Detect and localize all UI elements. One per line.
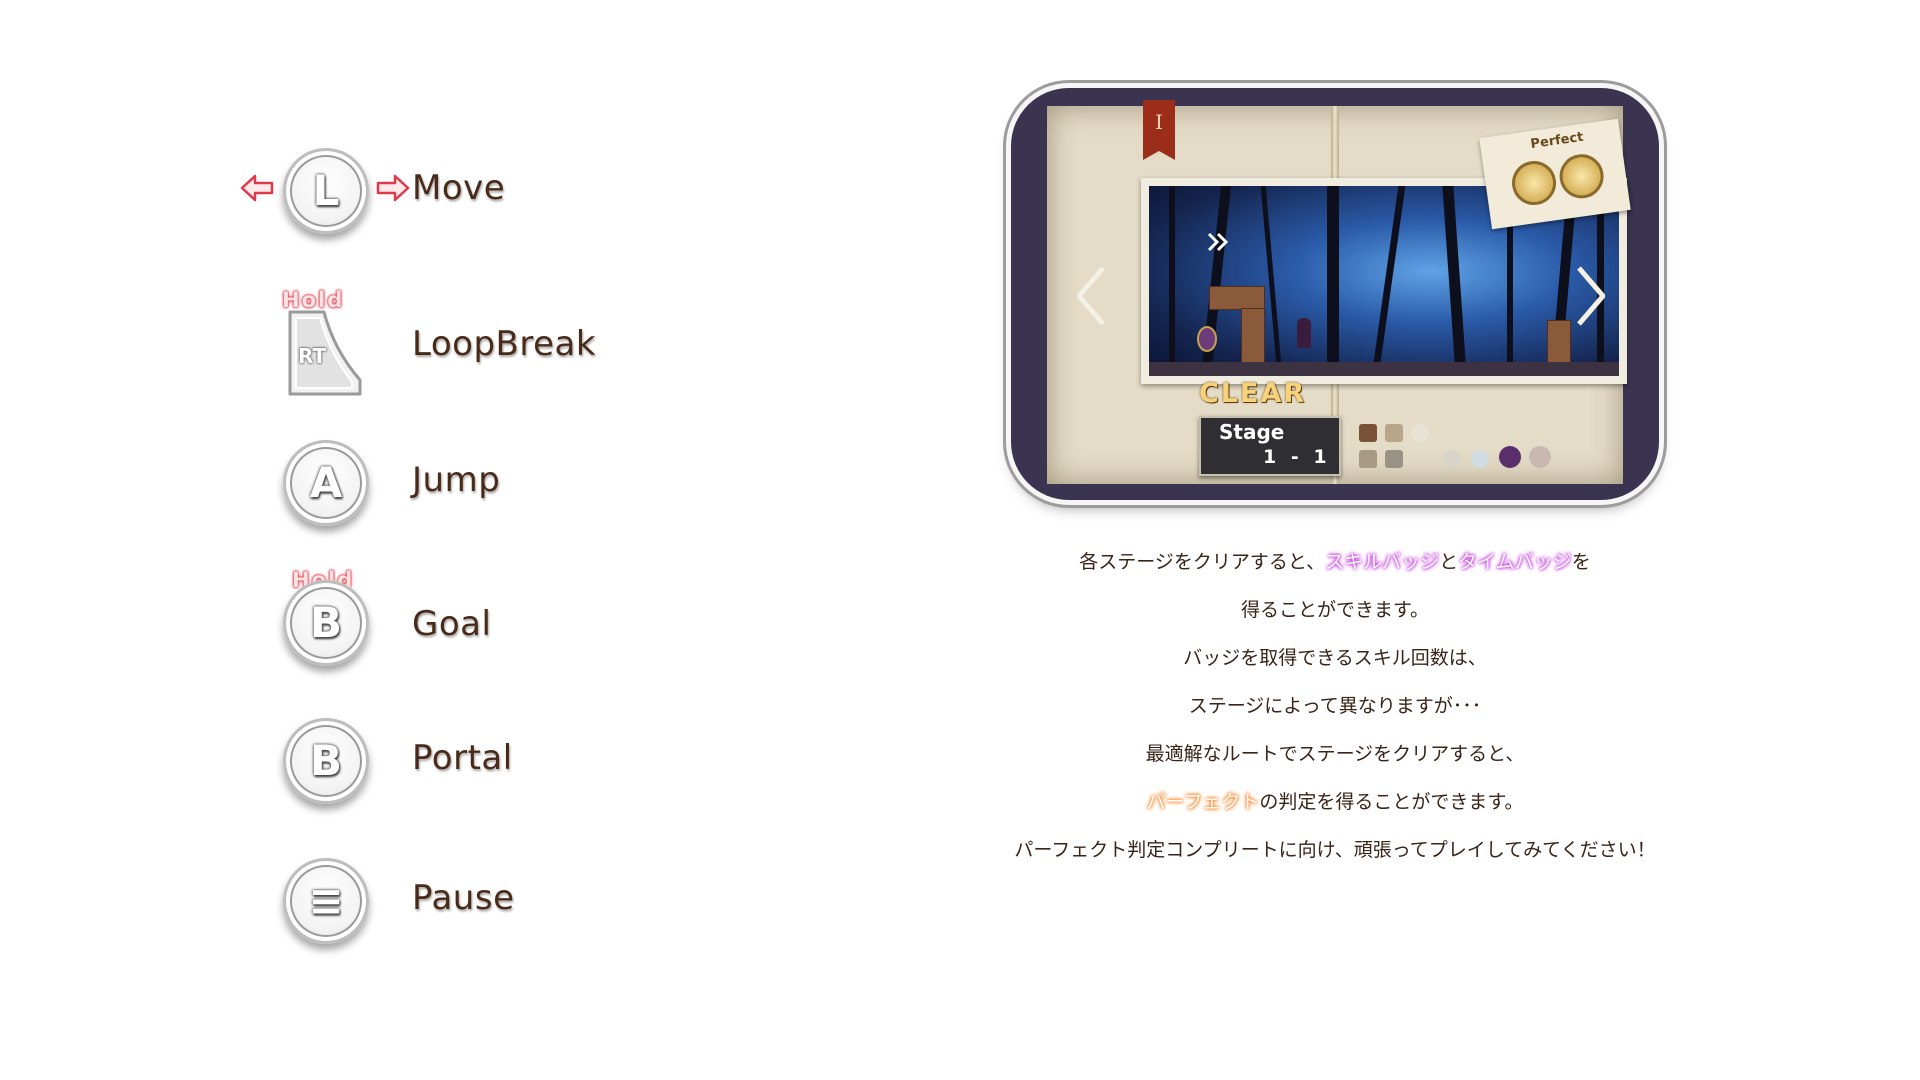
hold-label: Hold [282, 288, 345, 312]
item-icon [1529, 446, 1551, 468]
menu-icon: ≡ [308, 876, 344, 925]
control-pause: ≡ Pause [0, 858, 700, 988]
desc-line-6: パーフェクトの判定を得ることができます。 [980, 786, 1690, 834]
left-arrow-icon [240, 174, 274, 202]
desc-text: と [1439, 551, 1459, 573]
desc-line-3: バッジを取得できるスキル回数は、 [1183, 647, 1487, 669]
left-stick-glyph: L [312, 166, 340, 215]
control-goal: Hold B Goal [0, 568, 700, 698]
storybook: I Perfect CLEAR Stage 1 - 1 [1047, 100, 1631, 484]
portal-item-icon [1499, 446, 1521, 468]
jump-label: Jump [412, 460, 501, 500]
item-icon [1443, 450, 1461, 468]
portal-label: Portal [412, 738, 513, 778]
skill-badge-highlight: スキルバッジ [1325, 551, 1440, 573]
block-item-icon [1385, 424, 1403, 442]
b-glyph: B [309, 598, 342, 647]
desc-text: 各ステージをクリアすると、 [1079, 551, 1326, 573]
desc-line-4: ステージによって異なりますが･･･ [1188, 695, 1482, 717]
perfect-tag: Perfect [1529, 129, 1585, 153]
right-arrow-icon [376, 174, 410, 202]
b-button: B [283, 718, 369, 804]
control-move: L Move [0, 148, 700, 278]
perfect-highlight: パーフェクト [1146, 791, 1260, 813]
chapter-bookmark: I [1143, 100, 1175, 160]
goal-label: Goal [412, 604, 492, 644]
prev-stage-arrow-icon [1077, 266, 1105, 326]
ground [1149, 362, 1619, 376]
item-icon [1359, 450, 1377, 468]
stage-select-screenshot: I Perfect CLEAR Stage 1 - 1 [1011, 88, 1659, 500]
menu-button: ≡ [283, 858, 369, 944]
loopbreak-label: LoopBreak [412, 324, 597, 364]
badge-card: Perfect [1479, 118, 1631, 230]
rt-glyph: RT [298, 344, 327, 368]
desc-line-7: パーフェクト判定コンプリートに向け、頑張ってプレイしてみてください！ [1014, 839, 1656, 861]
player-character [1297, 318, 1311, 348]
desc-line-2: 得ることができます。 [1240, 599, 1430, 621]
portal-orb [1197, 326, 1217, 352]
crate-item-icon [1359, 424, 1377, 442]
desc-line-1: 各ステージをクリアすると、スキルバッジとタイムバッジを [980, 546, 1690, 594]
desc-text: を [1571, 551, 1591, 573]
stage-box: Stage 1 - 1 [1199, 416, 1341, 476]
pause-label: Pause [412, 878, 515, 918]
skill-badge-icon [1509, 158, 1559, 208]
move-label: Move [412, 168, 506, 208]
b-glyph: B [309, 736, 342, 785]
time-badge-icon [1556, 151, 1607, 202]
control-jump: A Jump [0, 440, 700, 570]
plate-item-icon [1411, 424, 1429, 442]
a-button: A [283, 440, 369, 526]
item-icon [1471, 450, 1489, 468]
control-portal: B Portal [0, 718, 700, 848]
clear-label: CLEAR [1199, 378, 1307, 409]
next-stage-arrow-icon [1577, 266, 1605, 326]
stage-number: 1 - 1 [1263, 446, 1331, 468]
stage-label: Stage [1219, 420, 1285, 444]
a-glyph: A [309, 458, 343, 507]
b-button-hold: B [283, 580, 369, 666]
desc-line-5: 最適解なルートでステージをクリアすると、 [1145, 743, 1525, 765]
item-icon [1385, 450, 1403, 468]
time-badge-highlight: タイムバッジ [1458, 551, 1572, 573]
control-loopbreak: Hold RT LoopBreak [0, 288, 700, 418]
desc-text: の判定を得ることができます。 [1259, 791, 1524, 813]
description: 各ステージをクリアすると、スキルバッジとタイムバッジを 得ることができます。 バ… [980, 546, 1690, 882]
left-stick-button: L [283, 148, 369, 234]
double-chevron-icon [1207, 232, 1229, 252]
